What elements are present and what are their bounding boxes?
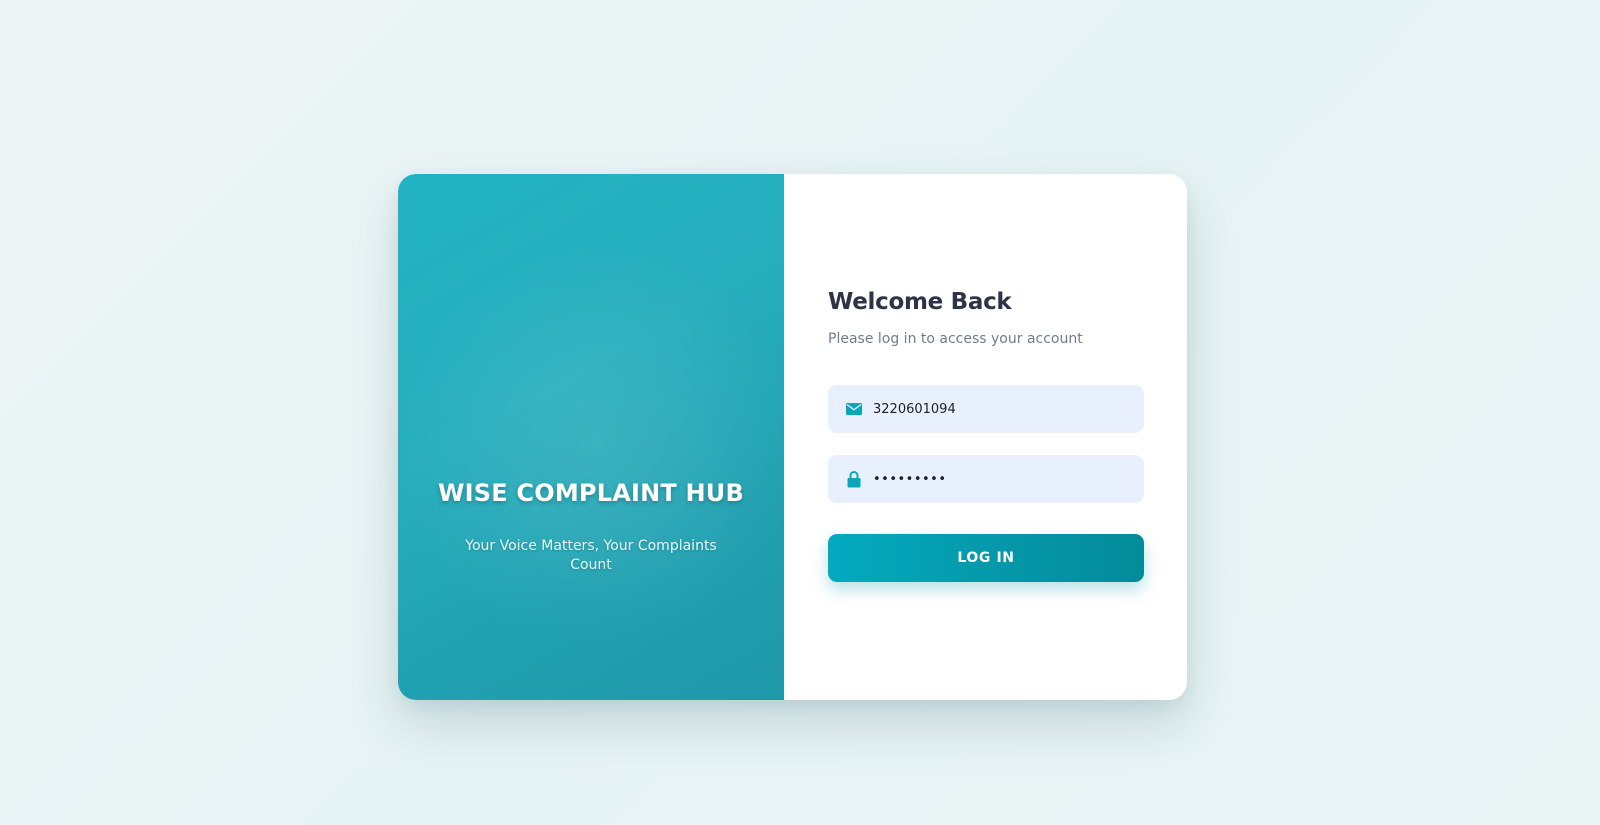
envelope-icon (845, 400, 863, 418)
login-card: WISE COMPLAINT HUB Your Voice Matters, Y… (398, 174, 1187, 700)
password-input[interactable] (873, 471, 1133, 487)
login-button[interactable]: LOG IN (828, 534, 1144, 582)
welcome-title: Welcome Back (828, 289, 1012, 315)
email-field[interactable] (828, 385, 1144, 433)
brand-tagline: Your Voice Matters, Your Complaints Coun… (465, 538, 717, 573)
login-form: Welcome Back Please log in to access you… (784, 174, 1187, 700)
brand-title: WISE COMPLAINT HUB (437, 479, 744, 507)
password-field[interactable] (828, 455, 1144, 503)
brand-panel: WISE COMPLAINT HUB Your Voice Matters, Y… (398, 174, 784, 700)
lock-icon (845, 470, 863, 488)
email-input[interactable] (873, 401, 1133, 417)
welcome-subtitle: Please log in to access your account (828, 331, 1083, 347)
